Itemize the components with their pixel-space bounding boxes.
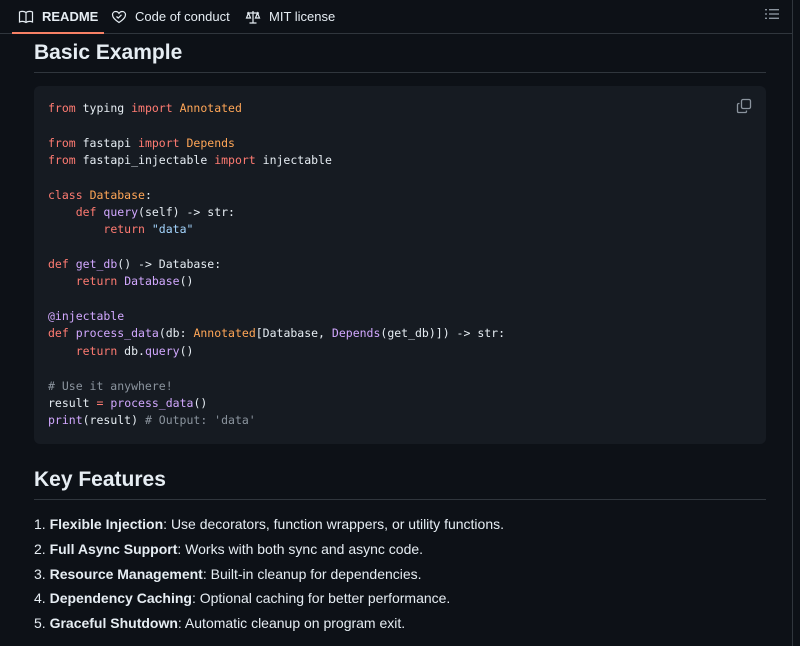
code-line: # Use it anywhere!: [48, 378, 173, 393]
code-line: return Database(): [75, 274, 194, 289]
book-icon: [18, 9, 34, 25]
feature-description: : Works with both sync and async code.: [177, 540, 424, 557]
code-line: from fastapi import Depends: [48, 135, 235, 150]
feature-item: 5. Graceful Shutdown: Automatic cleanup …: [34, 615, 406, 632]
tab-readme[interactable]: README: [11, 0, 105, 34]
feature-item: 3. Resource Management: Built-in cleanup…: [34, 565, 422, 582]
tab-mit-license[interactable]: MIT license: [245, 0, 335, 33]
feature-title: Full Async Support: [49, 540, 178, 557]
copy-button[interactable]: [736, 98, 752, 114]
feature-item: 2. Full Async Support: Works with both s…: [34, 540, 424, 557]
code-line: print(result) # Output: 'data': [48, 413, 256, 428]
copy-icon: [736, 98, 752, 118]
tab-label: MIT license: [269, 9, 336, 24]
code-block: from typing import Annotated from fastap…: [34, 86, 766, 444]
feature-description: : Optional caching for better performanc…: [191, 590, 451, 607]
code-line: def get_db() -> Database:: [48, 257, 222, 272]
code-line: from fastapi_injectable import injectabl…: [48, 153, 332, 168]
features-list: 1. Flexible Injection: Use decorators, f…: [34, 512, 504, 636]
feature-title: Flexible Injection: [49, 516, 164, 532]
code-line: return db.query(): [75, 343, 194, 358]
feature-item: 4. Dependency Caching: Optional caching …: [34, 590, 451, 607]
list-unordered-icon: [765, 7, 779, 26]
code-line: def query(self) -> str:: [75, 205, 235, 220]
code-line: from typing import Annotated: [48, 101, 242, 115]
tab-label: Code of conduct: [135, 9, 230, 24]
readme-tab-bar: README Code of conduct MIT license: [0, 0, 792, 34]
code-line: def process_data(db: Annotated[Database,…: [48, 326, 506, 341]
code-line: result = process_data(): [48, 395, 208, 410]
outline-menu-button[interactable]: [762, 6, 782, 26]
readme-panel: README Code of conduct MIT license Basic…: [0, 0, 793, 646]
heart-icon: [111, 9, 127, 25]
code-line: class Database:: [48, 187, 152, 202]
feature-title: Resource Management: [49, 565, 203, 582]
feature-title: Graceful Shutdown: [49, 615, 178, 632]
tab-code-of-conduct[interactable]: Code of conduct: [111, 0, 230, 33]
feature-description: : Built-in cleanup for dependencies.: [202, 565, 422, 582]
code-content: from typing import Annotated from fastap…: [48, 100, 505, 430]
feature-description: : Automatic cleanup on program exit.: [177, 615, 406, 632]
heading-key-features: Key Features: [34, 468, 766, 500]
code-line: @injectable: [48, 309, 125, 324]
heading-basic-example: Basic Example: [34, 41, 766, 73]
feature-description: : Use decorators, function wrappers, or …: [163, 516, 504, 532]
code-line: return "data": [103, 222, 194, 237]
feature-item: 1. Flexible Injection: Use decorators, f…: [34, 516, 504, 532]
scale-icon: [245, 9, 261, 25]
tab-label: README: [42, 9, 99, 24]
feature-title: Dependency Caching: [49, 590, 192, 607]
